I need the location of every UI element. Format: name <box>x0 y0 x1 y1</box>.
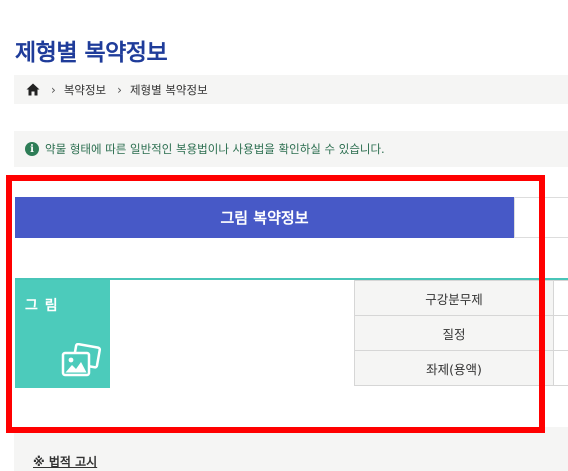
breadcrumb-item-dosage-form-info[interactable]: 제형별 복약정보 <box>130 82 208 98</box>
table-row[interactable]: 질정 <box>354 315 568 351</box>
form-name-cell[interactable]: 좌제(용액) <box>354 350 554 386</box>
value-cell <box>553 280 568 316</box>
tab-image-medication-info[interactable]: 그림 복약정보 <box>15 197 514 238</box>
form-list-table: 구강분무제 질정 좌제(용액) <box>354 280 568 386</box>
home-icon[interactable] <box>26 83 40 96</box>
notice-box: i 약물 형태에 따른 일반적인 복용법이나 사용법을 확인하실 수 있습니다. <box>14 131 568 167</box>
image-card-label: 그 림 <box>25 298 59 314</box>
breadcrumb-item-medication-info[interactable]: 복약정보 <box>64 82 106 98</box>
form-name-cell[interactable]: 질정 <box>354 315 554 351</box>
tab-label: 그림 복약정보 <box>220 209 309 227</box>
info-icon: i <box>25 142 39 156</box>
chevron-right-icon: › <box>51 82 56 97</box>
table-row[interactable]: 좌제(용액) <box>354 350 568 386</box>
chevron-right-icon: › <box>117 82 122 97</box>
page-title: 제형별 복약정보 <box>15 40 168 66</box>
table-row[interactable]: 구강분무제 <box>354 280 568 316</box>
footer-bar: ※ 법적 고시 <box>14 427 568 471</box>
breadcrumb: › 복약정보 › 제형별 복약정보 <box>14 75 568 104</box>
value-cell <box>553 315 568 351</box>
tab-bar-empty <box>514 197 568 238</box>
image-card[interactable]: 그 림 <box>15 280 110 388</box>
value-cell <box>553 350 568 386</box>
form-name-cell[interactable]: 구강분무제 <box>354 280 554 316</box>
notice-text: 약물 형태에 따른 일반적인 복용법이나 사용법을 확인하실 수 있습니다. <box>45 142 385 156</box>
legal-notice-link[interactable]: ※ 법적 고시 <box>33 453 97 470</box>
photo-icon <box>61 343 102 377</box>
